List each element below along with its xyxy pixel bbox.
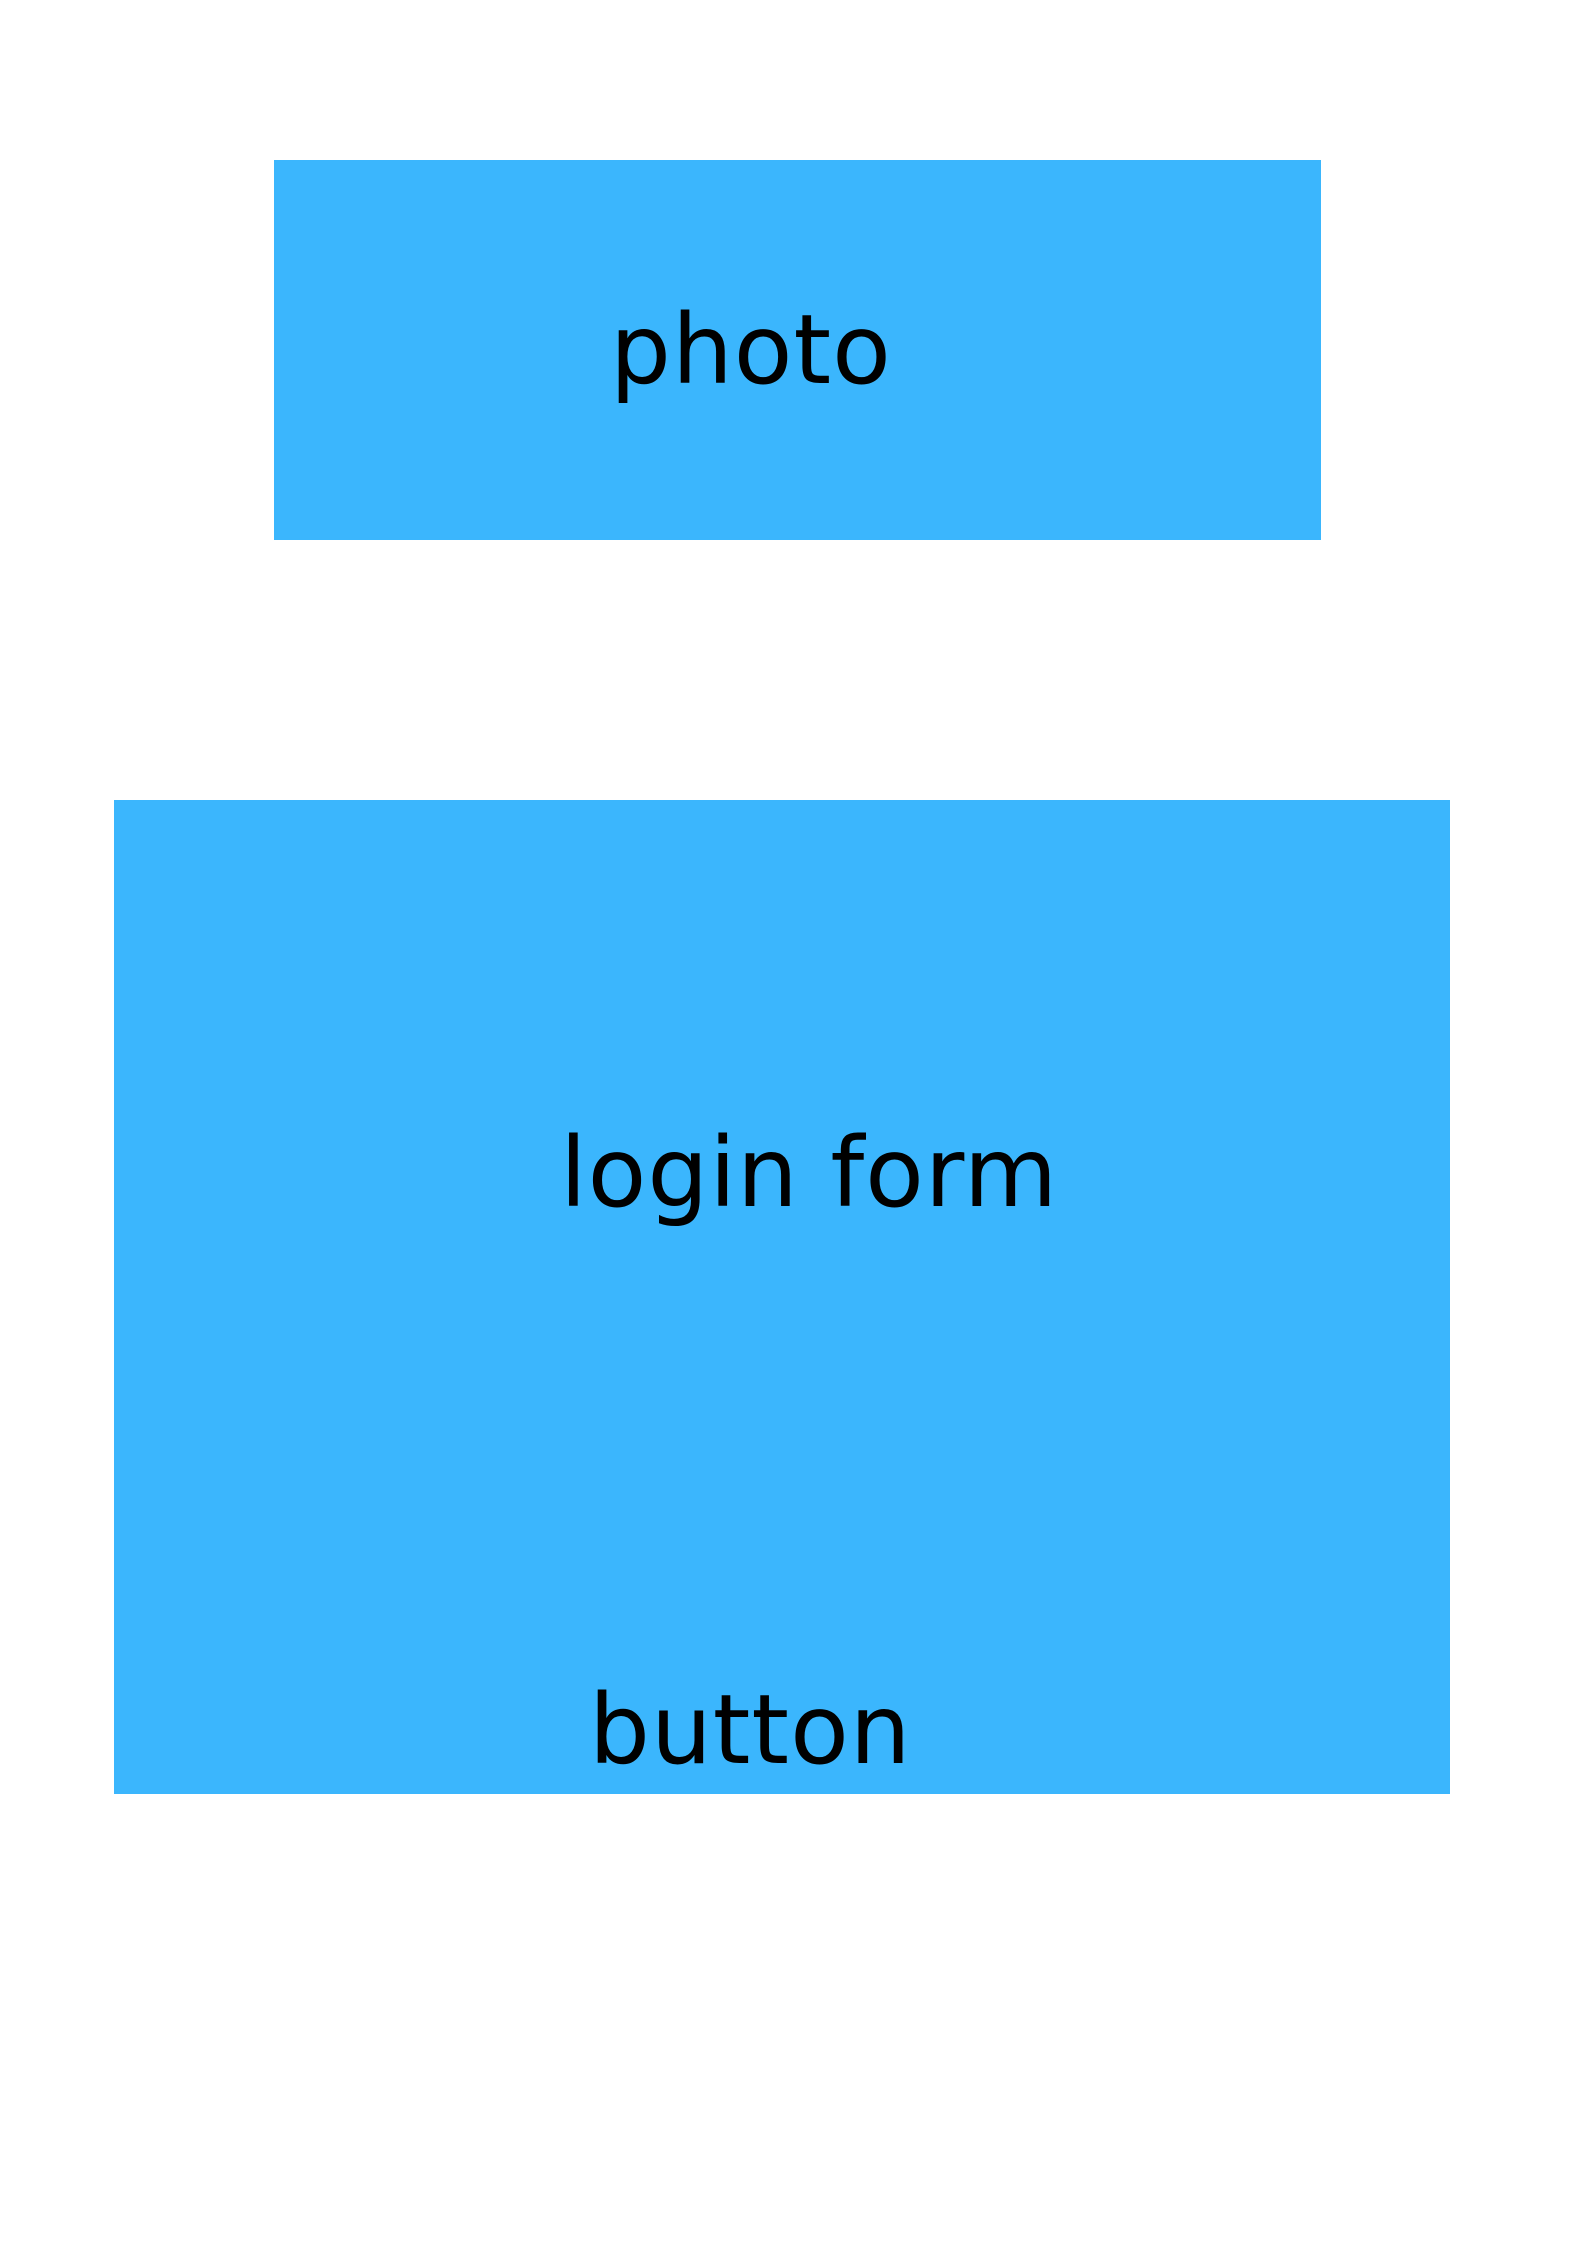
login-form-label: login form — [560, 1117, 1059, 1229]
login-button[interactable]: button — [589, 1682, 912, 1778]
login-form-placeholder: login form button — [114, 800, 1450, 1794]
photo-placeholder: photo — [274, 160, 1321, 540]
photo-label: photo — [610, 294, 892, 406]
